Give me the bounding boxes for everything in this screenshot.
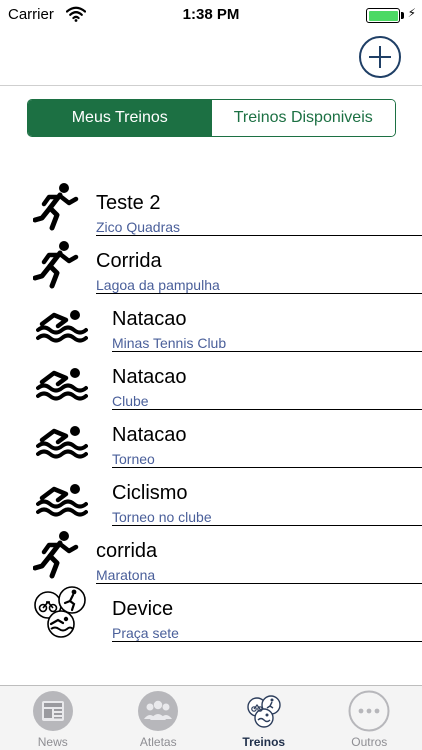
battery-tip — [401, 12, 404, 19]
workout-row[interactable]: Natacao Torneo — [0, 410, 422, 468]
tab-outros[interactable]: Outros — [317, 686, 422, 750]
nav-bar — [0, 30, 422, 86]
bolt-icon: ⚡ — [407, 6, 416, 20]
workout-segmented-control: Meus Treinos Treinos Disponiveis — [27, 99, 396, 137]
running-icon — [32, 530, 79, 587]
tab-treinos[interactable]: Treinos — [211, 686, 317, 750]
row-separator — [112, 641, 422, 642]
workout-row[interactable]: Natacao Clube — [0, 352, 422, 410]
status-time: 1:38 PM — [182, 6, 240, 23]
add-workout-button[interactable] — [359, 36, 401, 78]
workout-title: corrida — [96, 540, 158, 562]
workout-row[interactable]: Device Praça sete — [0, 584, 422, 642]
tab-label-news: News — [37, 735, 68, 749]
workout-row[interactable]: Corrida Lagoa da pampulha — [0, 236, 422, 294]
workout-subtitle: Maratona — [96, 567, 156, 583]
workout-subtitle: Zico Quadras — [96, 219, 181, 235]
workout-title: Natacao — [112, 308, 187, 330]
tab-news[interactable]: News — [0, 686, 106, 750]
workout-title: Natacao — [112, 424, 187, 446]
people-icon — [138, 691, 179, 731]
workout-title: Device — [112, 598, 174, 620]
segment-meus-treinos[interactable]: Meus Treinos — [28, 100, 212, 136]
status-bar: Carrier 1:38 PM ⚡ — [0, 0, 422, 30]
swimming-icon — [36, 478, 88, 523]
workout-title: Corrida — [96, 250, 162, 272]
tab-label-outros: Outros — [351, 735, 388, 749]
tab-label-treinos: Treinos — [242, 735, 286, 749]
workout-subtitle: Praça sete — [112, 625, 179, 641]
workout-row[interactable]: corrida Maratona — [0, 526, 422, 584]
running-icon — [32, 182, 79, 239]
workout-row[interactable]: Teste 2 Zico Quadras — [0, 178, 422, 236]
workout-subtitle: Minas Tennis Club — [112, 335, 227, 351]
workout-title: Teste 2 — [96, 192, 161, 214]
swimming-icon — [36, 362, 88, 407]
tab-atletas[interactable]: Atletas — [106, 686, 212, 750]
workout-title: Ciclismo — [112, 482, 188, 504]
swimming-icon — [36, 304, 88, 349]
triathlon-icon — [247, 695, 281, 728]
triathlon-icon — [31, 584, 89, 647]
workout-subtitle: Lagoa da pampulha — [96, 277, 220, 293]
workout-title: Natacao — [112, 366, 187, 388]
workout-subtitle: Torneo — [112, 451, 155, 467]
plus-icon — [369, 46, 391, 68]
workout-subtitle: Clube — [112, 393, 149, 409]
more-icon — [348, 690, 390, 732]
workout-row[interactable]: Natacao Minas Tennis Club — [0, 294, 422, 352]
workout-row[interactable]: Ciclismo Torneo no clube — [0, 468, 422, 526]
tab-bar: News Atletas Treinos Outros — [0, 685, 422, 750]
newspaper-icon — [32, 691, 73, 731]
swimming-icon — [36, 420, 88, 465]
battery-icon — [366, 8, 400, 23]
running-icon — [32, 240, 79, 297]
workout-subtitle: Torneo no clube — [112, 509, 212, 525]
segment-treinos-disponiveis[interactable]: Treinos Disponiveis — [211, 100, 395, 136]
tab-label-atletas: Atletas — [139, 735, 177, 749]
workout-list: Teste 2 Zico Quadras Corrida Lagoa da pampu… — [0, 178, 422, 642]
